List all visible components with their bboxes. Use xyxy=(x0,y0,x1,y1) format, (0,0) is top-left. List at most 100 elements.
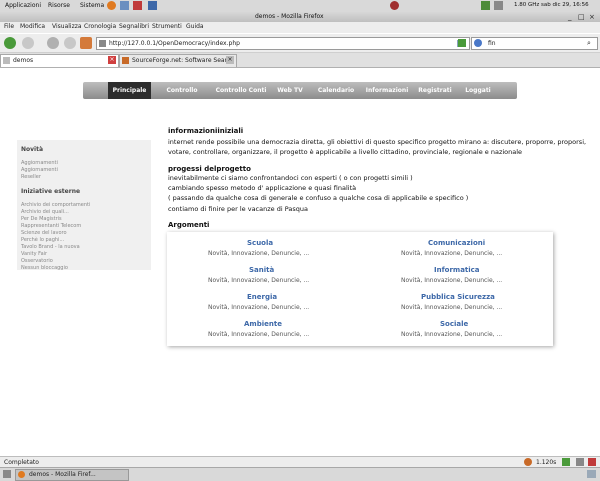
firefox-launcher-icon[interactable] xyxy=(107,1,116,10)
back-icon[interactable] xyxy=(4,37,16,49)
nav-calendario[interactable]: Calendario xyxy=(315,82,357,99)
menu-modifica[interactable]: Modifica xyxy=(20,23,45,30)
home-icon[interactable] xyxy=(80,37,92,49)
tab-label: SourceForge.net: Software Search xyxy=(132,57,235,64)
sidebar-heading-iniziative: Iniziative esterne xyxy=(21,188,81,195)
sidebar-link[interactable]: Reseller xyxy=(21,174,41,180)
topic-subtitle: Novità, Innovazione, Denuncie, ... xyxy=(208,277,310,284)
topic-scuola-link[interactable]: Scuola xyxy=(247,239,273,247)
status-icon[interactable] xyxy=(576,458,584,466)
close-tab-icon[interactable]: × xyxy=(226,56,234,64)
sidebar-link[interactable]: Per De Magistris xyxy=(21,216,62,222)
trash-icon[interactable] xyxy=(587,470,596,478)
menu-risorse[interactable]: Risorse xyxy=(48,2,70,9)
tab-favicon xyxy=(3,57,10,64)
tab-label: demos xyxy=(13,57,34,64)
topic-energia-link[interactable]: Energia xyxy=(247,293,277,301)
close-tab-icon[interactable]: × xyxy=(108,56,116,64)
site-navigation: Principale Controllo Eletti Controllo Co… xyxy=(83,82,517,111)
topics-panel: Scuola Novità, Innovazione, Denuncie, ..… xyxy=(167,232,553,346)
search-icon[interactable]: ⌕ xyxy=(587,39,591,48)
sidebar-link[interactable]: Archivio dei quali... xyxy=(21,209,69,215)
tab-sourceforge[interactable]: SourceForge.net: Software Search × xyxy=(119,54,237,67)
menu-strumenti[interactable]: Strumenti xyxy=(152,23,182,30)
sidebar-link[interactable]: Archivio dei comportamenti xyxy=(21,202,90,208)
sidebar-link[interactable]: Aggiornamenti xyxy=(21,167,58,173)
search-engine-icon[interactable] xyxy=(474,39,482,47)
progress-line: inevitabilmente ci siamo confrontandoci … xyxy=(168,174,413,182)
status-text: Completato xyxy=(4,459,39,466)
menu-cronologia[interactable]: Cronologia xyxy=(84,23,116,30)
menu-file[interactable]: File xyxy=(4,23,14,30)
sidebar: Novità Aggiornamenti Aggiornamenti Resel… xyxy=(17,140,151,271)
nav-informazioni[interactable]: Informazioni xyxy=(365,82,409,99)
network-icon[interactable] xyxy=(494,1,503,10)
maximize-icon[interactable]: □ xyxy=(578,13,585,21)
menu-segnalibri[interactable]: Segnalibri xyxy=(119,23,149,30)
nav-principale[interactable]: Principale xyxy=(108,82,151,99)
sidebar-link[interactable]: Nessun bloccaggio xyxy=(21,265,68,271)
tab-favicon xyxy=(122,57,129,64)
stop-icon[interactable] xyxy=(64,37,76,49)
clock[interactable]: 1.80 GHz sab dic 29, 16:56 xyxy=(514,2,589,8)
menu-guida[interactable]: Guida xyxy=(186,23,204,30)
topic-subtitle: Novità, Innovazione, Denuncie, ... xyxy=(401,331,503,338)
minimize-icon[interactable]: _ xyxy=(568,13,572,21)
nav-loggati[interactable]: Loggati xyxy=(461,82,495,99)
topic-ambiente-link[interactable]: Ambiente xyxy=(244,320,282,328)
topic-informatica-link[interactable]: Informatica xyxy=(434,266,480,274)
mail-launcher-icon[interactable] xyxy=(120,1,129,10)
taskbar-window-button[interactable]: demos - Mozilla Firef... xyxy=(15,469,129,481)
app-launcher-icon[interactable] xyxy=(133,1,142,10)
menu-sistema[interactable]: Sistema xyxy=(80,2,104,9)
topic-subtitle: Novità, Innovazione, Denuncie, ... xyxy=(401,250,503,257)
topics-heading: Argomenti xyxy=(168,221,210,229)
topic-subtitle: Novità, Innovazione, Denuncie, ... xyxy=(401,304,503,311)
nav-web-tv[interactable]: Web TV xyxy=(273,82,307,99)
show-desktop-icon[interactable] xyxy=(3,470,11,478)
sidebar-link[interactable]: Scienze del lavoro xyxy=(21,230,67,236)
progress-line: cambiando spesso metodo d' applicazione … xyxy=(168,184,357,192)
sidebar-link[interactable]: Osservatorio xyxy=(21,258,53,264)
nav-registrati[interactable]: Registrati xyxy=(417,82,453,99)
nav-controllo-eletti[interactable]: Controllo Eletti xyxy=(157,82,207,111)
url-bar[interactable]: http://127.0.0.1/OpenDemocracy/index.php xyxy=(96,37,470,50)
sidebar-link[interactable]: Aggiornamenti xyxy=(21,160,58,166)
menu-applicazioni[interactable]: Applicazioni xyxy=(5,2,41,9)
menu-visualizza[interactable]: Visualizza xyxy=(52,23,82,30)
topic-pubblica-sicurezza-link[interactable]: Pubblica Sicurezza xyxy=(421,293,495,301)
info-text-line2: votare, controllare, organizzare, il pro… xyxy=(168,148,523,156)
reload-icon[interactable] xyxy=(47,37,59,49)
status-icon[interactable] xyxy=(588,458,596,466)
status-icon[interactable] xyxy=(562,458,570,466)
tab-bar: demos × SourceForge.net: Software Search… xyxy=(0,53,600,68)
nav-controllo-conti[interactable]: Controllo Conti xyxy=(215,82,267,99)
go-icon[interactable] xyxy=(458,39,466,47)
update-icon[interactable] xyxy=(481,1,490,10)
help-launcher-icon[interactable] xyxy=(148,1,157,10)
sidebar-link[interactable]: Tavolo Brand - la nuova xyxy=(21,244,80,250)
topic-subtitle: Novità, Innovazione, Denuncie, ... xyxy=(208,331,310,338)
window-titlebar[interactable]: demos - Mozilla Firefox _ □ × xyxy=(0,12,600,22)
topic-sociale-link[interactable]: Sociale xyxy=(440,320,468,328)
close-icon[interactable]: × xyxy=(589,13,595,21)
tray-icon[interactable] xyxy=(390,1,399,10)
topic-sanita-link[interactable]: Sanità xyxy=(249,266,274,274)
taskbar-window-label: demos - Mozilla Firef... xyxy=(29,471,96,478)
forward-icon[interactable] xyxy=(22,37,34,49)
topic-subtitle: Novità, Innovazione, Denuncie, ... xyxy=(401,277,503,284)
tab-demos[interactable]: demos × xyxy=(0,54,119,67)
firefox-icon xyxy=(18,471,25,478)
window-title: demos - Mozilla Firefox xyxy=(255,13,324,20)
sidebar-link[interactable]: Perchè lo paghi... xyxy=(21,237,64,243)
site-icon xyxy=(99,40,106,47)
sidebar-link[interactable]: Vanity Fair xyxy=(21,251,47,257)
taskbar: demos - Mozilla Firef... xyxy=(0,467,600,481)
progress-line: ( passando da qualche cosa di generale e… xyxy=(168,194,469,202)
addon-icon[interactable] xyxy=(524,458,532,466)
sidebar-link[interactable]: Rappresentanti Telecom xyxy=(21,223,81,229)
topic-comunicazioni-link[interactable]: Comunicazioni xyxy=(428,239,485,247)
info-text-line1: internet rende possibile una democrazia … xyxy=(168,138,587,146)
search-bar[interactable]: fin ⌕ xyxy=(471,37,598,50)
topic-subtitle: Novità, Innovazione, Denuncie, ... xyxy=(208,250,310,257)
